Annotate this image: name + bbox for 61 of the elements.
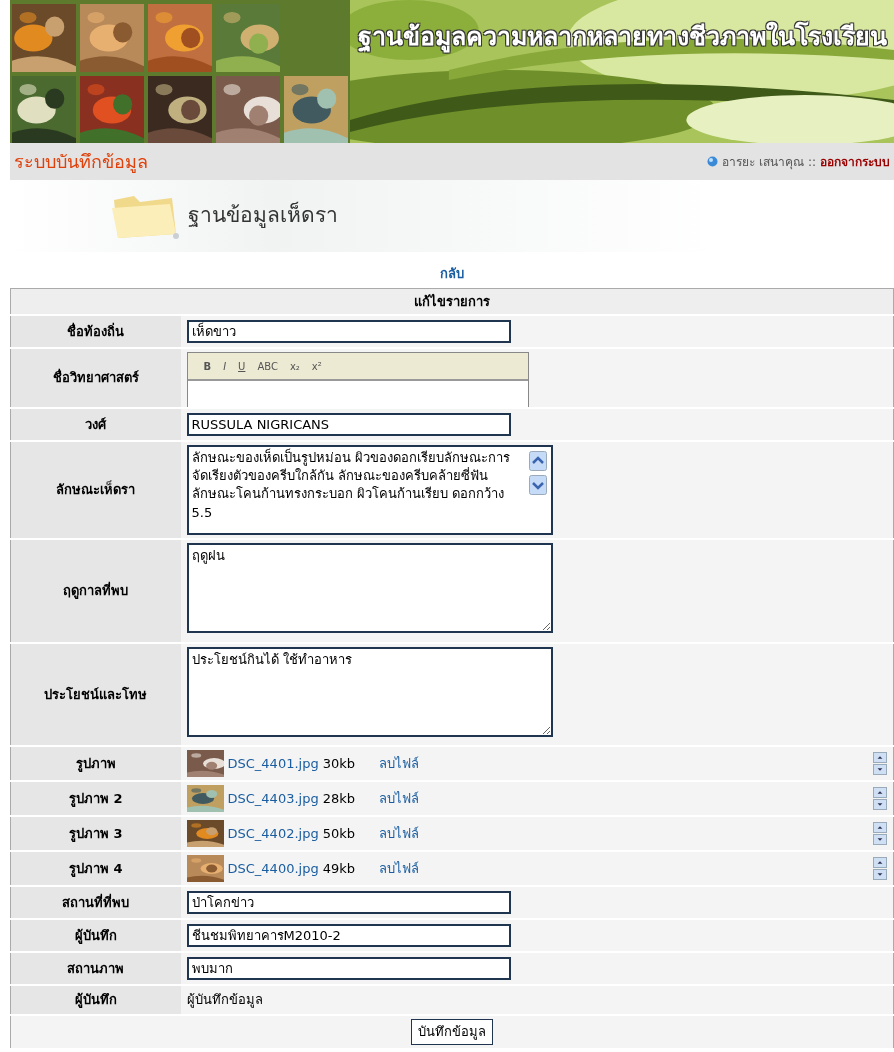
field-label: ผู้บันทึก: [10, 919, 181, 952]
field-label: รูปภาพ: [10, 746, 181, 781]
move-down-icon[interactable]: [873, 799, 887, 810]
field-value: ผู้บันทึกข้อมูล: [186, 992, 263, 1008]
text-area[interactable]: ลักษณะของเห็ดเป็นรูปหม่อน ผิวของดอกเรียบลักษณะการจัดเรียงตัวของครีบใกล้กัน ลักษณะของครีบคล้ายซี่ฟัน ลักษณะโคนก้านทรงกระบอก ผิวโคนก้านเรียบ ดอกกว้าง 5.5: [186, 445, 553, 535]
section-title: ฐานข้อมูลเห็ดรา: [188, 200, 338, 230]
move-down-icon[interactable]: [873, 869, 887, 880]
text-field[interactable]: RUSSULA NIGRICANS: [186, 413, 511, 436]
scroll-down-icon[interactable]: [528, 475, 547, 495]
field-label: วงศ์: [10, 408, 181, 441]
text-area[interactable]: ประโยชน์กินได้ ใช้ทำอาหาร: [186, 646, 553, 737]
file-size: 30kb: [322, 754, 355, 773]
field-label: ชื่อวิทยาศาสตร์: [10, 348, 181, 408]
system-title: ระบบบันทึกข้อมูล: [14, 150, 148, 175]
save-button[interactable]: บันทึกข้อมูล: [411, 1019, 493, 1045]
file-size: 50kb: [322, 824, 355, 843]
logout-link[interactable]: ออกจากระบบ: [820, 152, 890, 171]
scroll-up-icon[interactable]: [528, 451, 547, 471]
field-label: ชื่อท้องถิ่น: [10, 315, 181, 348]
text-area[interactable]: ฤดูฝน: [186, 543, 553, 633]
delete-file-link[interactable]: ลบไฟล์: [379, 823, 419, 844]
banner-title: ฐานข้อมูลความหลากหลายทางชีวภาพในโรงเรียน: [357, 20, 887, 55]
field-label: ผู้บันทึก: [10, 985, 181, 1015]
move-down-icon[interactable]: [873, 834, 887, 845]
toolbar-button[interactable]: x₂: [287, 358, 302, 374]
toolbar-button[interactable]: B: [201, 358, 214, 374]
file-link[interactable]: DSC_4402.jpg: [227, 823, 319, 844]
toolbar-button[interactable]: U: [236, 358, 248, 374]
field-label: ประโยชน์และโทษ: [10, 642, 181, 746]
move-up-icon[interactable]: [873, 752, 887, 763]
file-size: 49kb: [322, 859, 355, 878]
delete-file-link[interactable]: ลบไฟล์: [379, 858, 419, 879]
file-link[interactable]: DSC_4400.jpg: [227, 858, 319, 879]
file-link[interactable]: DSC_4403.jpg: [227, 788, 319, 809]
move-up-icon[interactable]: [873, 857, 887, 868]
field-label: สถานที่ที่พบ: [10, 886, 181, 919]
toolbar-button[interactable]: x²: [309, 358, 324, 374]
toolbar-button[interactable]: I: [221, 358, 229, 374]
form-heading: แก้ไขรายการ: [10, 288, 894, 315]
move-down-icon[interactable]: [873, 764, 887, 775]
field-label: รูปภาพ 4: [10, 851, 181, 886]
delete-file-link[interactable]: ลบไฟล์: [379, 788, 419, 809]
field-label: ลักษณะเห็ดรา: [10, 441, 181, 539]
field-label: รูปภาพ 2: [10, 781, 181, 816]
move-up-icon[interactable]: [873, 787, 887, 798]
text-field[interactable]: ชีนชมพิทยาคารM2010-2: [186, 924, 511, 947]
text-field[interactable]: เห็ดขาว: [186, 320, 511, 343]
file-link[interactable]: DSC_4401.jpg: [227, 753, 319, 774]
rich-text-editor[interactable]: B I U ABC x₂ x²: [186, 352, 529, 407]
file-size: 28kb: [322, 789, 355, 808]
field-label: สถานภาพ: [10, 952, 181, 985]
user-name: อารยะ เสนาคุณ ::: [722, 153, 816, 171]
back-link[interactable]: กลับ: [440, 266, 464, 281]
delete-file-link[interactable]: ลบไฟล์: [379, 753, 419, 774]
user-icon: [707, 156, 719, 167]
toolbar-button[interactable]: ABC: [255, 358, 280, 374]
text-field[interactable]: ป่าโคกข่าว: [186, 891, 511, 914]
move-up-icon[interactable]: [873, 822, 887, 833]
text-field[interactable]: พบมาก: [186, 957, 511, 980]
field-label: ฤดูกาลที่พบ: [10, 539, 181, 643]
field-label: รูปภาพ 3: [10, 816, 181, 851]
